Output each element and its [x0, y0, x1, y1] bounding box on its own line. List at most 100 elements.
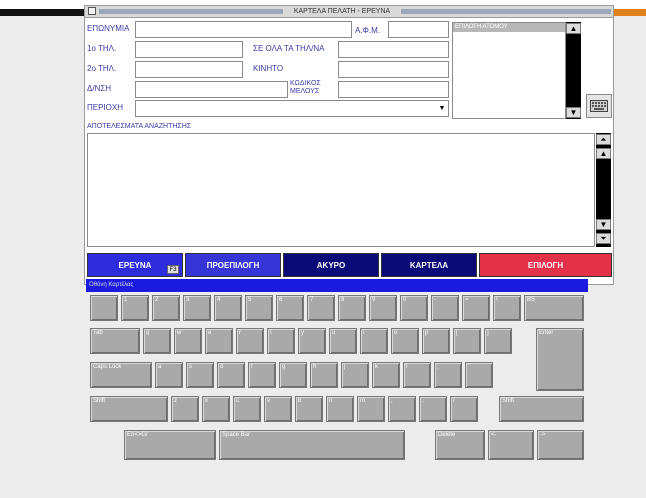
key-h[interactable]: h [310, 362, 338, 388]
eponymia-field[interactable] [135, 21, 352, 38]
key-d[interactable]: d [217, 362, 245, 388]
member-code-label: ΚΩΔΙΚΟΣ ΜΕΛΟΥΣ [290, 80, 321, 95]
chevron-down-icon[interactable]: ▼ [437, 102, 447, 115]
eponymia-label: ΕΠΩΝΥΜΙΑ [87, 24, 130, 33]
customer-search-window: ΚΑΡΤΕΛΑ ΠΕΛΑΤΗ - ΕΡΕΥΝΑ ΕΠΩΝΥΜΙΑ Α.Φ.Μ. … [84, 5, 614, 285]
key-x[interactable]: x [202, 396, 230, 422]
scroll-up-icon[interactable]: ▲ [596, 148, 611, 159]
member-code-field[interactable] [338, 81, 449, 98]
person-list-scrollbar[interactable] [566, 22, 581, 119]
key-8[interactable]: 8 [338, 295, 366, 321]
key-l[interactable]: l [403, 362, 431, 388]
key-language-toggle[interactable]: En<>Gr [124, 430, 216, 460]
key-delete[interactable]: Delete [435, 430, 485, 460]
key-t[interactable]: t [267, 328, 295, 354]
card-button[interactable]: ΚΑΡΤΕΛΑ [381, 253, 477, 277]
scroll-down-icon[interactable]: ▼ [596, 219, 611, 230]
scroll-down-icon[interactable]: ▼ [566, 107, 581, 118]
key-shift-right[interactable]: Shift [499, 396, 584, 422]
system-menu-icon[interactable] [88, 7, 96, 15]
key-0[interactable]: 0 [400, 295, 428, 321]
key-c[interactable]: c [233, 396, 261, 422]
mobile-field[interactable] [338, 61, 449, 78]
key-comma[interactable]: , [388, 396, 416, 422]
person-list[interactable]: ΕΠΙΛΟΓΗ ΑΤΟΜΟΥ [452, 22, 566, 119]
key-enter[interactable]: Enter [536, 328, 584, 391]
key-shift-left[interactable]: Shift [90, 396, 168, 422]
key-v[interactable]: v [264, 396, 292, 422]
tel1-field[interactable] [135, 41, 243, 58]
key-s[interactable]: s [186, 362, 214, 388]
status-bar: Οθόνη Καρτέλας [86, 279, 588, 292]
key-period[interactable]: . [419, 396, 447, 422]
all-phones-label: ΣΕ ΟΛΑ ΤΑ ΤΗΛ/ΝΑ [253, 44, 325, 53]
key-o[interactable]: o [391, 328, 419, 354]
key-2[interactable]: 2 [152, 295, 180, 321]
key-caps-lock[interactable]: Caps Lock [90, 362, 152, 388]
afm-label: Α.Φ.Μ. [355, 26, 381, 35]
key-w[interactable]: w [174, 328, 202, 354]
scroll-bottom-icon[interactable]: ⏷ [596, 233, 611, 244]
key-y[interactable]: y [298, 328, 326, 354]
tel2-label: 2ο ΤΗΛ. [87, 64, 117, 73]
key-e[interactable]: e [205, 328, 233, 354]
key-backspace[interactable]: BS [524, 295, 584, 321]
cancel-button[interactable]: ΑΚΥΡΟ [283, 253, 379, 277]
key-7[interactable]: 7 [307, 295, 335, 321]
key-u[interactable]: u [329, 328, 357, 354]
key-m[interactable]: m [357, 396, 385, 422]
scroll-top-icon[interactable]: ⏶ [596, 134, 611, 145]
mobile-label: ΚΙΝΗΤΟ [253, 64, 284, 73]
key-6[interactable]: 6 [276, 295, 304, 321]
key-f[interactable]: f [248, 362, 276, 388]
afm-field[interactable] [388, 21, 449, 38]
key-i[interactable]: i [360, 328, 388, 354]
key-q[interactable]: q [143, 328, 171, 354]
scroll-up-icon[interactable]: ▲ [566, 23, 581, 34]
f3-shortcut-badge: F3 [167, 265, 179, 274]
key-j[interactable]: j [341, 362, 369, 388]
person-list-header: ΕΠΙΛΟΓΗ ΑΤΟΜΟΥ [453, 23, 565, 32]
tel1-label: 1ο ΤΗΛ. [87, 44, 117, 53]
key-b[interactable]: b [295, 396, 323, 422]
area-select[interactable]: ▼ [135, 100, 449, 117]
address-label: Δ/ΝΣΗ [87, 84, 112, 93]
on-screen-keyboard: ` 1 2 3 4 5 6 7 8 9 0 - = \ BS Tab q w e… [86, 293, 588, 465]
title-bar: ΚΑΡΤΕΛΑ ΠΕΛΑΤΗ - ΕΡΕΥΝΑ [85, 6, 613, 18]
key-a[interactable]: a [155, 362, 183, 388]
key-quote[interactable]: ' [465, 362, 493, 388]
key-1[interactable]: 1 [121, 295, 149, 321]
key-left-bracket[interactable]: [ [453, 328, 481, 354]
key-n[interactable]: n [326, 396, 354, 422]
key-4[interactable]: 4 [214, 295, 242, 321]
key-minus[interactable]: - [431, 295, 459, 321]
key-semicolon[interactable]: ; [434, 362, 462, 388]
select-button[interactable]: ΕΠΙΛΟΓΗ [479, 253, 612, 277]
key-p[interactable]: p [422, 328, 450, 354]
key-right-bracket[interactable]: ] [484, 328, 512, 354]
results-label: ΑΠΟΤΕΛΕΣΜΑΤΑ ΑΝΑΖΗΤΗΣΗΣ [87, 123, 192, 130]
key-g[interactable]: g [279, 362, 307, 388]
key-backtick[interactable]: ` [90, 295, 118, 321]
keyboard-icon[interactable] [586, 94, 612, 118]
key-slash[interactable]: / [450, 396, 478, 422]
search-button[interactable]: ΕΡΕΥΝΑ F3 [87, 253, 183, 277]
key-tab[interactable]: Tab [90, 328, 140, 354]
tel2-field[interactable] [135, 61, 243, 78]
key-equals[interactable]: = [462, 295, 490, 321]
search-button-label: ΕΡΕΥΝΑ [118, 260, 152, 270]
key-3[interactable]: 3 [183, 295, 211, 321]
key-5[interactable]: 5 [245, 295, 273, 321]
key-r[interactable]: r [236, 328, 264, 354]
results-list[interactable] [87, 133, 595, 247]
key-arrow-left[interactable]: <- [488, 430, 534, 460]
key-k[interactable]: k [372, 362, 400, 388]
all-phones-field[interactable] [338, 41, 449, 58]
key-9[interactable]: 9 [369, 295, 397, 321]
preselect-button[interactable]: ΠΡΟΕΠΙΛΟΓΗ [185, 253, 281, 277]
key-space-bar[interactable]: Space Bar [219, 430, 405, 460]
key-arrow-right[interactable]: -> [537, 430, 584, 460]
key-backslash[interactable]: \ [493, 295, 521, 321]
address-field[interactable] [135, 81, 288, 98]
key-z[interactable]: z [171, 396, 199, 422]
